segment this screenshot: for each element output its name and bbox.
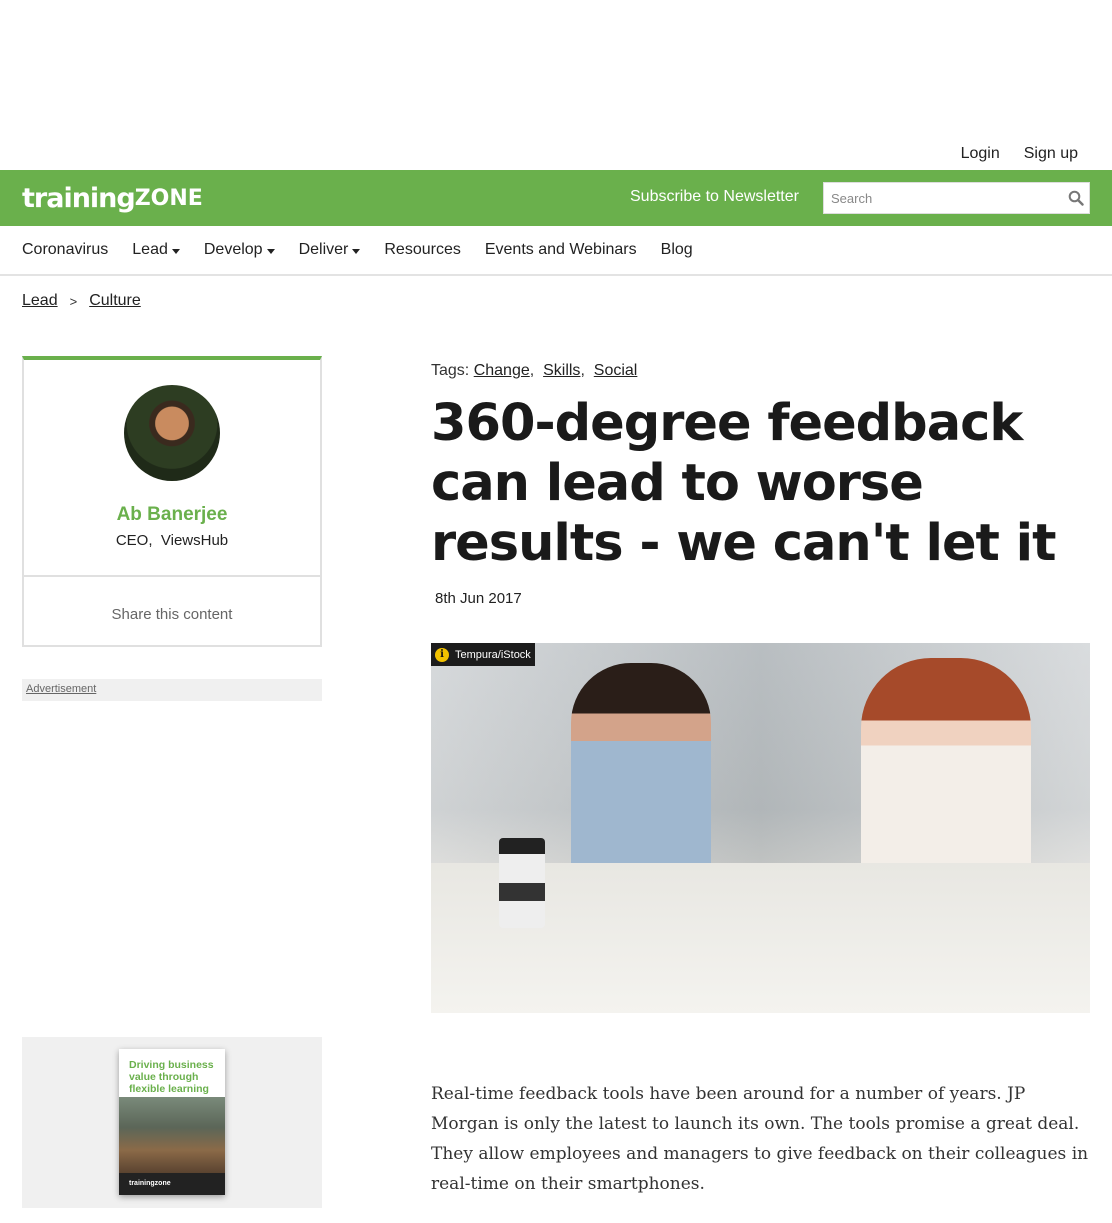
article-tags: Tags: Change, Skills, Social — [431, 362, 638, 379]
promo-brand: trainingzone — [119, 1173, 225, 1195]
promo-title: Driving business value through flexible … — [129, 1059, 214, 1095]
advertisement-label: Advertisement — [22, 679, 322, 701]
nav-item-label: Events and Webinars — [484, 241, 637, 258]
nav-item-deliver[interactable]: Deliver — [299, 241, 361, 259]
hero-coffee-cup — [499, 838, 545, 928]
nav-item-events-and-webinars[interactable]: Events and Webinars — [485, 241, 637, 259]
tag-skills[interactable]: Skills — [543, 362, 580, 379]
promo-cover-image — [119, 1097, 225, 1173]
top-ad-space — [0, 0, 1112, 140]
article-lead-paragraph: Real-time feedback tools have been aroun… — [431, 1084, 1089, 1194]
breadcrumb-separator: > — [69, 293, 78, 309]
signup-link[interactable]: Sign up — [1024, 145, 1078, 163]
logo-text-zone: ZONE — [134, 185, 203, 211]
author-company: ViewsHub — [160, 532, 229, 549]
nav-item-label: Develop — [203, 241, 263, 258]
advertisement-link[interactable]: Advertisement — [26, 683, 96, 695]
article-title: 360-degree feedback can lead to worse re… — [431, 394, 1057, 573]
image-credit-text: Tempura/iStock — [455, 648, 531, 661]
hero-person-left — [571, 663, 711, 893]
article-hero-image: i Tempura/iStock — [431, 643, 1090, 1013]
tag-social[interactable]: Social — [594, 362, 638, 379]
nav-item-label: Blog — [660, 241, 693, 258]
promo-book-cover[interactable]: Driving business value through flexible … — [119, 1049, 225, 1195]
author-avatar[interactable] — [124, 385, 220, 481]
info-icon: i — [435, 647, 449, 662]
nav-item-label: Deliver — [298, 241, 349, 258]
caret-down-icon — [266, 248, 275, 254]
author-title: CEO — [115, 532, 149, 549]
author-card: Ab Banerjee CEO, ViewsHub Share this con… — [22, 356, 322, 647]
nav-item-label: Lead — [132, 241, 168, 258]
breadcrumb: Lead > Culture — [22, 292, 141, 310]
trainingzone-logo[interactable]: training ZONE — [22, 182, 203, 214]
sidebar-promo[interactable]: Driving business value through flexible … — [22, 1037, 322, 1208]
nav-item-coronavirus[interactable]: Coronavirus — [22, 241, 108, 259]
search-box — [823, 182, 1090, 214]
search-icon[interactable] — [1068, 190, 1084, 206]
author-role: CEO, ViewsHub — [115, 532, 229, 549]
share-this-content[interactable]: Share this content — [24, 606, 320, 623]
image-credit[interactable]: i Tempura/iStock — [431, 643, 535, 666]
nav-item-lead[interactable]: Lead — [132, 241, 180, 259]
site-header: training ZONE Subscribe to Newsletter — [0, 170, 1112, 226]
main-navigation: Coronavirus Lead Develop Deliver Resources Ev… — [0, 226, 1112, 276]
login-link[interactable]: Login — [961, 145, 1000, 163]
logo-text-main: training — [22, 182, 136, 214]
card-divider — [24, 575, 320, 577]
tag-change[interactable]: Change — [474, 362, 530, 379]
author-name[interactable]: Ab Banerjee — [24, 504, 320, 526]
nav-item-label: Coronavirus — [22, 241, 109, 258]
subscribe-newsletter-link[interactable]: Subscribe to Newsletter — [630, 188, 799, 206]
caret-down-icon — [171, 248, 180, 254]
nav-item-develop[interactable]: Develop — [204, 241, 275, 259]
article-date: 8th Jun 2017 — [435, 590, 522, 607]
search-input[interactable] — [824, 183, 1059, 213]
tags-label: Tags: — [431, 362, 470, 379]
auth-links: Login Sign up — [961, 145, 1078, 163]
caret-down-icon — [352, 248, 361, 254]
breadcrumb-item-culture[interactable]: Culture — [89, 292, 141, 310]
breadcrumb-item-lead[interactable]: Lead — [22, 292, 58, 310]
nav-item-blog[interactable]: Blog — [661, 241, 693, 259]
nav-item-resources[interactable]: Resources — [384, 241, 460, 259]
nav-item-label: Resources — [384, 241, 461, 258]
